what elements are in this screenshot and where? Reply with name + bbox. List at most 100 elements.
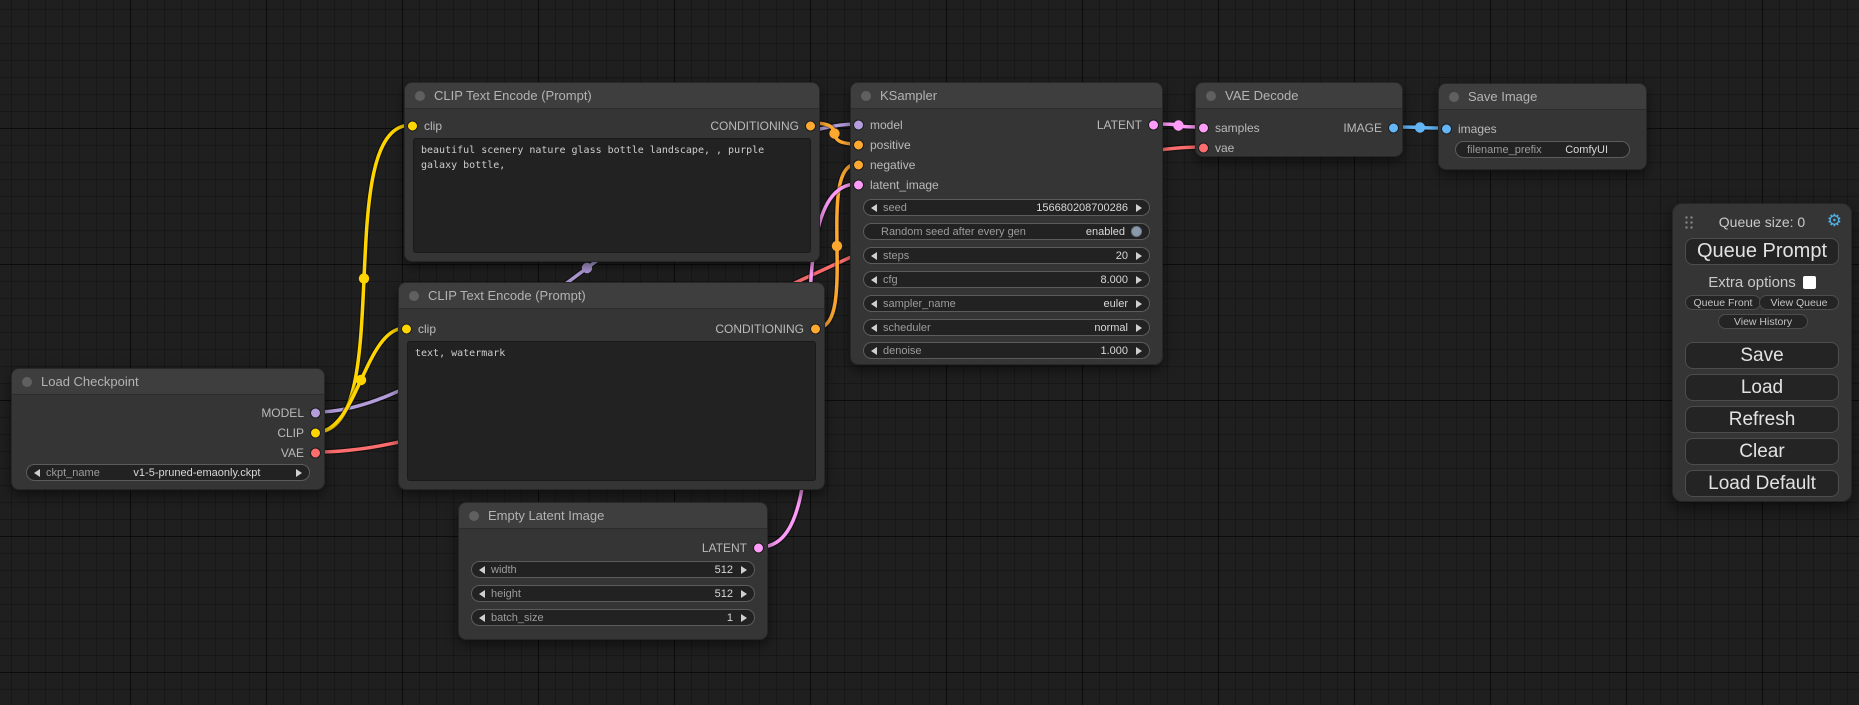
- decrement-arrow-icon[interactable]: [871, 204, 877, 212]
- decrement-arrow-icon[interactable]: [479, 614, 485, 622]
- node-title-bar[interactable]: VAE Decode: [1196, 83, 1402, 109]
- increment-arrow-icon[interactable]: [741, 590, 747, 598]
- widget-value: normal: [1094, 322, 1128, 334]
- node-title-bar[interactable]: Empty Latent Image: [459, 503, 767, 529]
- input-slot-dot[interactable]: [1198, 123, 1209, 134]
- collapse-dot[interactable]: [469, 511, 479, 521]
- slot-label: vae: [1215, 141, 1234, 155]
- slot-label: LATENT: [702, 541, 747, 555]
- decrement-arrow-icon[interactable]: [871, 347, 877, 355]
- widget-label: width: [491, 564, 517, 576]
- cfg-widget[interactable]: cfg 8.000: [863, 271, 1150, 288]
- increment-arrow-icon[interactable]: [1136, 252, 1142, 260]
- negative-prompt-textarea[interactable]: text, watermark: [407, 341, 816, 481]
- increment-arrow-icon[interactable]: [296, 469, 302, 477]
- output-slot-dot[interactable]: [310, 448, 321, 459]
- widget-value: 20: [1116, 250, 1128, 262]
- increment-arrow-icon[interactable]: [741, 614, 747, 622]
- steps-widget[interactable]: steps 20: [863, 247, 1150, 264]
- output-slot-dot[interactable]: [810, 324, 821, 335]
- refresh-button[interactable]: Refresh: [1685, 406, 1839, 433]
- decrement-arrow-icon[interactable]: [871, 324, 877, 332]
- queue-prompt-button[interactable]: Queue Prompt: [1685, 238, 1839, 265]
- input-slot-dot[interactable]: [401, 324, 412, 335]
- load-button[interactable]: Load: [1685, 374, 1839, 401]
- output-slot-dot[interactable]: [310, 408, 321, 419]
- width-widget[interactable]: width 512: [471, 561, 755, 578]
- batch-size-widget[interactable]: batch_size 1: [471, 609, 755, 626]
- node-clip-text-encode-positive[interactable]: CLIP Text Encode (Prompt) clip CONDITION…: [404, 82, 820, 262]
- extra-options-checkbox[interactable]: [1803, 276, 1816, 289]
- input-slot-dot[interactable]: [853, 160, 864, 171]
- input-slot-dot[interactable]: [1198, 143, 1209, 154]
- node-load-checkpoint[interactable]: Load Checkpoint MODEL CLIP VAE ckpt_name…: [11, 368, 325, 490]
- sampler-name-widget[interactable]: sampler_name euler: [863, 295, 1150, 312]
- collapse-dot[interactable]: [1449, 92, 1459, 102]
- view-history-button[interactable]: View History: [1718, 314, 1808, 329]
- decrement-arrow-icon[interactable]: [479, 566, 485, 574]
- clear-button[interactable]: Clear: [1685, 438, 1839, 465]
- input-slot-dot[interactable]: [1441, 124, 1452, 135]
- seed-widget[interactable]: seed 156680208700286: [863, 199, 1150, 216]
- collapse-dot[interactable]: [415, 91, 425, 101]
- slot-label: positive: [870, 138, 911, 152]
- widget-value: v1-5-pruned-emaonly.ckpt: [133, 467, 260, 479]
- collapse-dot[interactable]: [409, 291, 419, 301]
- node-clip-text-encode-negative[interactable]: CLIP Text Encode (Prompt) clip CONDITION…: [398, 282, 825, 490]
- node-title-bar[interactable]: Save Image: [1439, 84, 1646, 110]
- save-button[interactable]: Save: [1685, 342, 1839, 369]
- node-title-bar[interactable]: KSampler: [851, 83, 1162, 109]
- link-shadow: [317, 125, 411, 432]
- decrement-arrow-icon[interactable]: [34, 469, 40, 477]
- output-slot-dot[interactable]: [310, 428, 321, 439]
- load-default-button[interactable]: Load Default: [1685, 470, 1839, 497]
- decrement-arrow-icon[interactable]: [479, 590, 485, 598]
- increment-arrow-icon[interactable]: [1136, 347, 1142, 355]
- increment-arrow-icon[interactable]: [1136, 324, 1142, 332]
- queue-panel[interactable]: Queue size: 0 ⚙ Queue Prompt Extra optio…: [1672, 203, 1852, 502]
- slot-row: model LATENT: [851, 115, 1162, 135]
- decrement-arrow-icon[interactable]: [871, 276, 877, 284]
- ckpt-name-widget[interactable]: ckpt_name v1-5-pruned-emaonly.ckpt: [26, 464, 310, 481]
- increment-arrow-icon[interactable]: [1136, 276, 1142, 284]
- view-queue-button[interactable]: View Queue: [1759, 295, 1839, 310]
- increment-arrow-icon[interactable]: [1136, 300, 1142, 308]
- node-title-bar[interactable]: CLIP Text Encode (Prompt): [399, 283, 824, 309]
- node-vae-decode[interactable]: VAE Decode samples IMAGE vae: [1195, 82, 1403, 157]
- output-slot-dot[interactable]: [1388, 123, 1399, 134]
- output-slot-dot[interactable]: [1148, 120, 1159, 131]
- widget-value: 512: [715, 564, 733, 576]
- input-slot-vae: vae: [1196, 138, 1402, 158]
- settings-gear-icon[interactable]: ⚙: [1827, 210, 1842, 232]
- decrement-arrow-icon[interactable]: [871, 252, 877, 260]
- node-graph-canvas[interactable]: Load Checkpoint MODEL CLIP VAE ckpt_name…: [0, 0, 1859, 705]
- output-slot-dot[interactable]: [753, 543, 764, 554]
- height-widget[interactable]: height 512: [471, 585, 755, 602]
- node-title-bar[interactable]: Load Checkpoint: [12, 369, 324, 395]
- scheduler-widget[interactable]: scheduler normal: [863, 319, 1150, 336]
- node-title-bar[interactable]: CLIP Text Encode (Prompt): [405, 83, 819, 109]
- collapse-dot[interactable]: [861, 91, 871, 101]
- node-save-image[interactable]: Save Image images filename_prefix ComfyU…: [1438, 83, 1647, 170]
- increment-arrow-icon[interactable]: [741, 566, 747, 574]
- output-slot-dot[interactable]: [805, 121, 816, 132]
- decrement-arrow-icon[interactable]: [871, 300, 877, 308]
- random-seed-toggle-widget[interactable]: Random seed after every gen enabled: [863, 223, 1150, 240]
- widget-value: 512: [715, 588, 733, 600]
- positive-prompt-textarea[interactable]: beautiful scenery nature glass bottle la…: [413, 138, 811, 253]
- toggle-circle-icon[interactable]: [1131, 226, 1142, 237]
- input-slot-dot[interactable]: [853, 140, 864, 151]
- input-slot-dot[interactable]: [407, 121, 418, 132]
- queue-front-button[interactable]: Queue Front: [1685, 295, 1761, 310]
- link-midpoint-dot: [1415, 122, 1425, 132]
- input-slot-dot[interactable]: [853, 180, 864, 191]
- node-empty-latent-image[interactable]: Empty Latent Image LATENT width 512 heig…: [458, 502, 768, 640]
- increment-arrow-icon[interactable]: [1136, 204, 1142, 212]
- node-ksampler[interactable]: KSampler model LATENT positive negative …: [850, 82, 1163, 365]
- drag-handle-icon[interactable]: [1684, 215, 1693, 229]
- collapse-dot[interactable]: [22, 377, 32, 387]
- input-slot-dot[interactable]: [853, 120, 864, 131]
- filename-prefix-widget[interactable]: filename_prefix ComfyUI: [1455, 141, 1630, 158]
- collapse-dot[interactable]: [1206, 91, 1216, 101]
- denoise-widget[interactable]: denoise 1.000: [863, 342, 1150, 359]
